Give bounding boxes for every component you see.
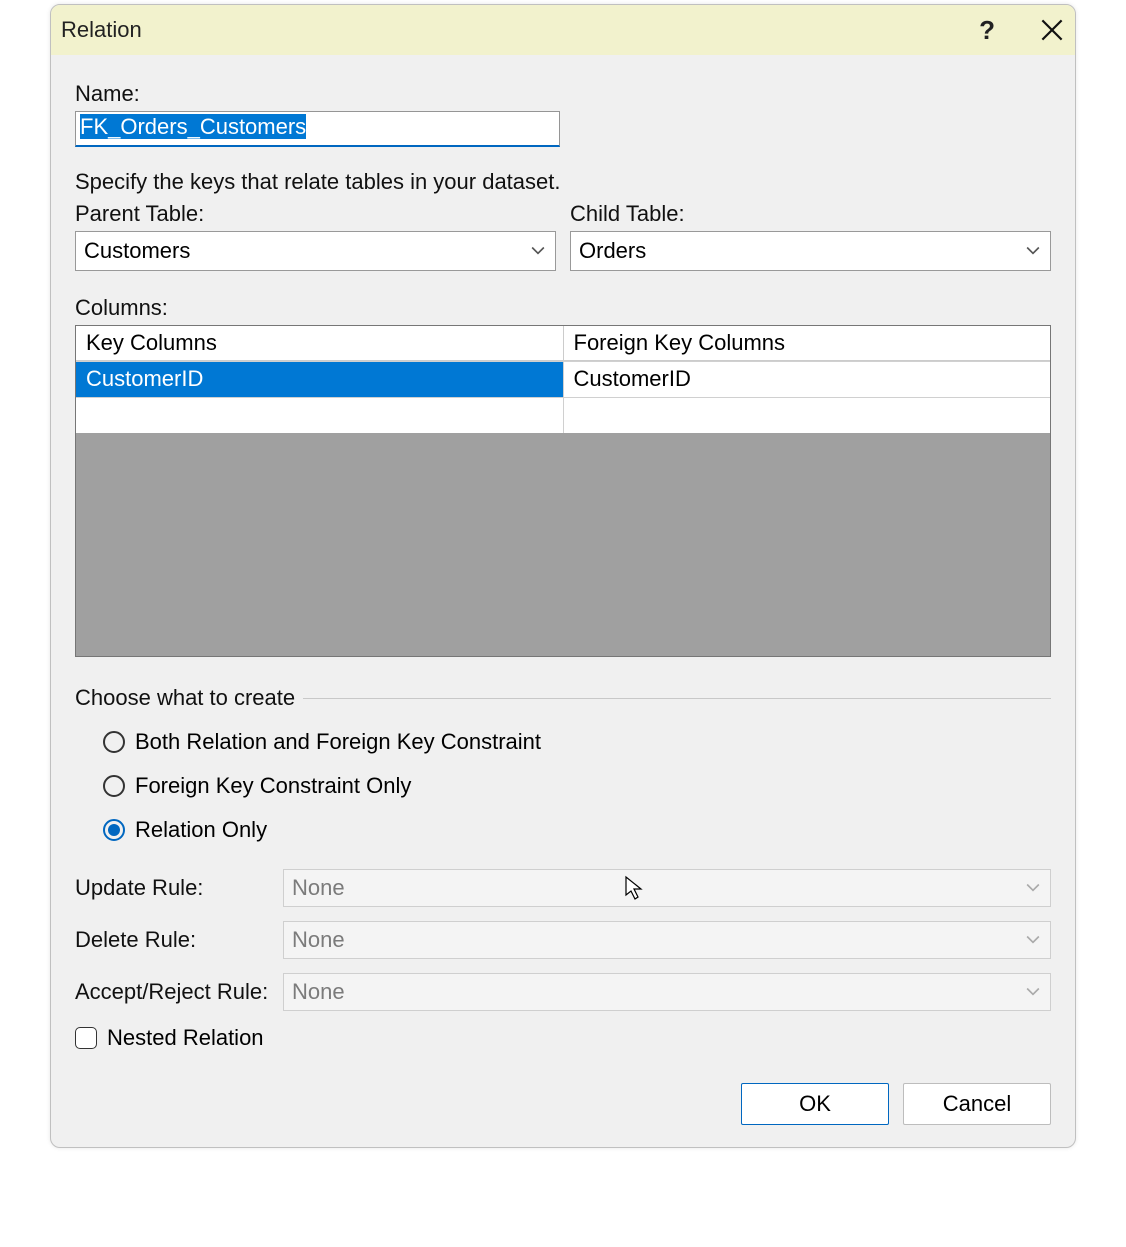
radio-circle: [103, 731, 125, 753]
dialog-buttons: OK Cancel: [75, 1083, 1051, 1125]
grid-cell-key[interactable]: CustomerID: [76, 361, 564, 397]
update-rule-label: Update Rule:: [75, 875, 283, 901]
accept-rule-label: Accept/Reject Rule:: [75, 979, 283, 1005]
delete-rule-select: None: [283, 921, 1051, 959]
chevron-down-icon: [1026, 881, 1040, 895]
radio-label: Relation Only: [135, 817, 267, 843]
columns-grid[interactable]: Key Columns Foreign Key Columns Customer…: [75, 325, 1051, 657]
delete-rule-value: None: [292, 927, 345, 953]
cancel-button[interactable]: Cancel: [903, 1083, 1051, 1125]
help-icon[interactable]: ?: [979, 15, 995, 46]
grid-row[interactable]: CustomerID CustomerID: [76, 361, 1050, 397]
radio-label: Both Relation and Foreign Key Constraint: [135, 729, 541, 755]
titlebar-controls: ?: [979, 15, 1063, 46]
grid-cell-empty[interactable]: [76, 397, 564, 433]
name-label: Name:: [75, 81, 1051, 107]
create-group: Choose what to create: [75, 685, 1051, 711]
name-input[interactable]: FK_Orders_Customers: [75, 111, 560, 147]
group-separator: [303, 698, 1051, 699]
update-rule-value: None: [292, 875, 345, 901]
accept-rule-value: None: [292, 979, 345, 1005]
dialog-body: Name: FK_Orders_Customers Specify the ke…: [51, 55, 1075, 1147]
child-table-value: Orders: [579, 238, 646, 264]
radio-fk-only[interactable]: Foreign Key Constraint Only: [103, 773, 1051, 799]
dialog-title: Relation: [61, 17, 142, 43]
grid-header: Key Columns Foreign Key Columns: [76, 326, 1050, 361]
chevron-down-icon: [1026, 985, 1040, 999]
radio-label: Foreign Key Constraint Only: [135, 773, 411, 799]
child-table-select[interactable]: Orders: [570, 231, 1051, 271]
radio-circle-checked: [103, 819, 125, 841]
chevron-down-icon: [1026, 244, 1040, 258]
parent-table-label: Parent Table:: [75, 201, 556, 227]
relation-dialog: Relation ? Name: FK_Orders_Customers Spe…: [50, 4, 1076, 1148]
update-rule-select: None: [283, 869, 1051, 907]
radio-circle: [103, 775, 125, 797]
checkbox-box: [75, 1027, 97, 1049]
chevron-down-icon: [1026, 933, 1040, 947]
grid-cell-fk[interactable]: CustomerID: [564, 361, 1051, 397]
chevron-down-icon: [531, 244, 545, 258]
child-table-label: Child Table:: [570, 201, 1051, 227]
name-input-selection: FK_Orders_Customers: [80, 114, 306, 139]
ok-button[interactable]: OK: [741, 1083, 889, 1125]
radio-both[interactable]: Both Relation and Foreign Key Constraint: [103, 729, 1051, 755]
parent-table-value: Customers: [84, 238, 190, 264]
nested-relation-checkbox[interactable]: Nested Relation: [75, 1025, 1051, 1051]
grid-row-empty[interactable]: [76, 397, 1050, 433]
delete-rule-label: Delete Rule:: [75, 927, 283, 953]
grid-header-fk[interactable]: Foreign Key Columns: [564, 326, 1051, 361]
create-group-label: Choose what to create: [75, 685, 295, 711]
grid-cell-empty[interactable]: [564, 397, 1051, 433]
nested-relation-label: Nested Relation: [107, 1025, 264, 1051]
radio-relation-only[interactable]: Relation Only: [103, 817, 1051, 843]
grid-header-key[interactable]: Key Columns: [76, 326, 564, 361]
accept-rule-select: None: [283, 973, 1051, 1011]
titlebar: Relation ?: [51, 5, 1075, 55]
radio-group: Both Relation and Foreign Key Constraint…: [75, 711, 1051, 869]
columns-label: Columns:: [75, 295, 1051, 321]
spec-text: Specify the keys that relate tables in y…: [75, 169, 1051, 195]
parent-table-select[interactable]: Customers: [75, 231, 556, 271]
close-icon[interactable]: [1041, 19, 1063, 41]
